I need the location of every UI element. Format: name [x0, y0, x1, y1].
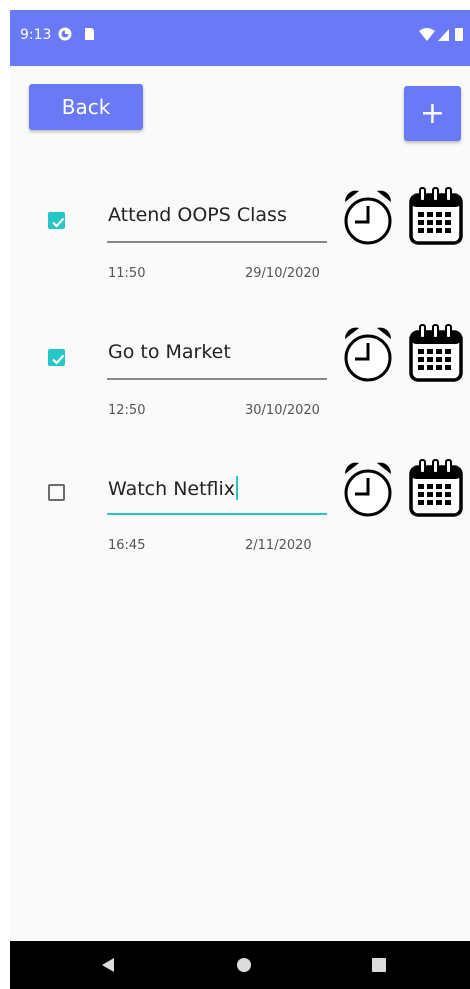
checkmark-icon	[52, 217, 65, 228]
alarm-clock-icon[interactable]	[342, 325, 394, 385]
calendar-icon[interactable]	[406, 321, 466, 383]
task-row: Attend OOPS Class 11:50 29/10/2020	[10, 184, 470, 294]
sd-card-icon	[85, 28, 94, 40]
alarm-clock-icon[interactable]	[342, 460, 394, 520]
cell-signal-icon	[438, 29, 449, 41]
navigation-bar	[10, 941, 470, 989]
back-button[interactable]: Back	[29, 84, 143, 130]
task-checkbox[interactable]	[48, 349, 65, 366]
task-time: 16:45	[108, 538, 146, 553]
task-title-text: Watch Netflix	[108, 478, 236, 500]
task-title-input[interactable]: Go to Market	[108, 341, 328, 371]
task-time: 12:50	[108, 403, 146, 418]
task-row: Go to Market 12:50 30/10/2020	[10, 321, 470, 431]
nav-home-icon[interactable]	[237, 958, 251, 972]
wifi-icon	[419, 28, 435, 41]
task-date: 2/11/2020	[245, 538, 312, 553]
checkmark-icon	[52, 354, 65, 365]
nav-back-icon[interactable]	[101, 957, 115, 973]
battery-icon	[455, 28, 463, 41]
task-title-input[interactable]: Attend OOPS Class	[108, 204, 328, 234]
task-title-underline	[107, 513, 327, 515]
task-row: Watch Netflix 16:45 2/11/2020	[10, 456, 470, 566]
task-title-input[interactable]: Watch Netflix	[108, 476, 328, 506]
status-bar: 9:13	[10, 10, 470, 66]
phone-screen: 9:13 Back + Attend OOPS Class 11:50 29/1…	[10, 10, 470, 989]
task-title-underline	[107, 378, 327, 380]
task-date: 29/10/2020	[245, 266, 320, 281]
task-checkbox[interactable]	[48, 212, 65, 229]
task-checkbox[interactable]	[48, 484, 65, 501]
task-date: 30/10/2020	[245, 403, 320, 418]
text-cursor	[236, 476, 239, 500]
alarm-clock-icon[interactable]	[342, 188, 394, 248]
calendar-icon[interactable]	[406, 456, 466, 518]
calendar-icon[interactable]	[406, 184, 466, 246]
task-title-underline	[107, 241, 327, 243]
task-time: 11:50	[108, 266, 146, 281]
sync-status-icon	[58, 27, 72, 41]
add-task-button[interactable]: +	[404, 86, 461, 141]
signal-battery-icons	[419, 28, 463, 41]
status-time: 9:13	[20, 27, 52, 43]
nav-recents-icon[interactable]	[372, 958, 386, 972]
